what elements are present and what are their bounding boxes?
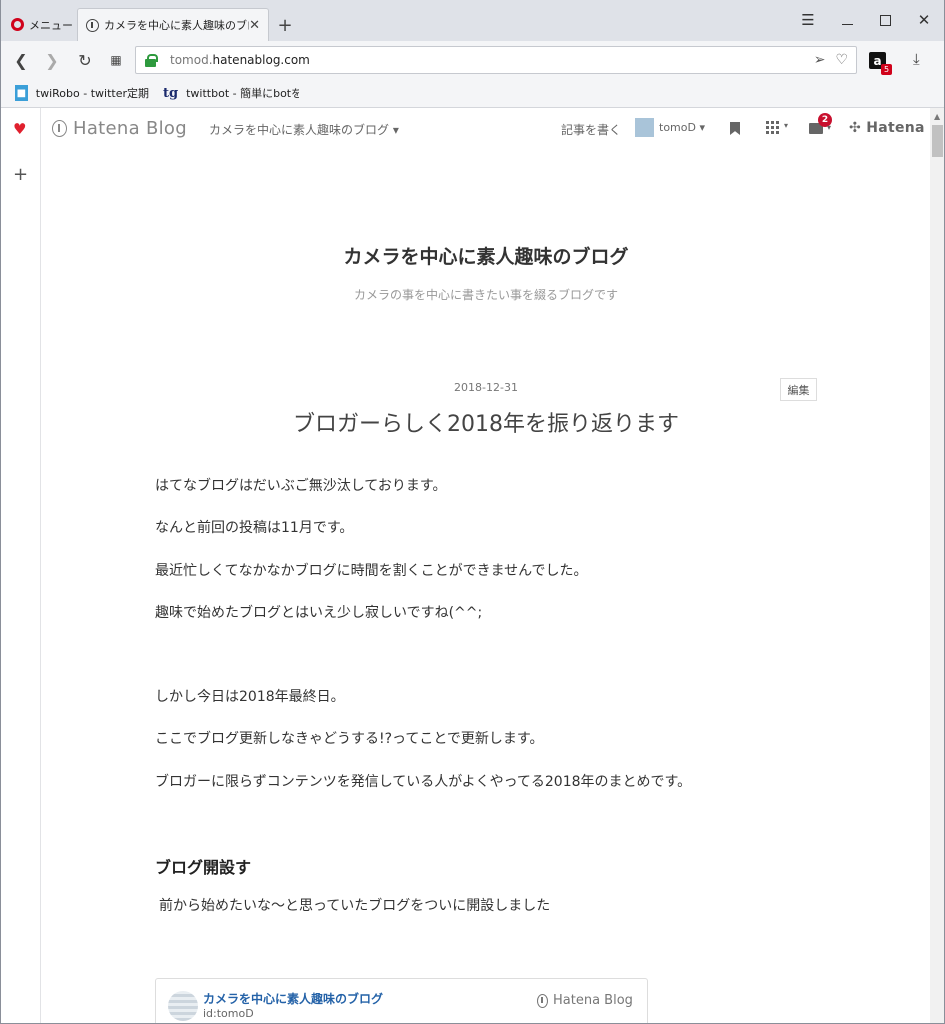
- add-icon[interactable]: +: [13, 164, 28, 185]
- tab-active[interactable]: カメラを中心に素人趣味のブログ ✕: [77, 8, 269, 41]
- close-window-button[interactable]: ✕: [914, 9, 934, 31]
- chevron-down-icon: ▾: [827, 123, 832, 132]
- hatena-link[interactable]: ✣ Hatena: [849, 120, 925, 136]
- bookmarks-bar: ■ twiRobo - twitter定期 tg twittbot - 簡単にb…: [1, 79, 944, 108]
- bookmark-icon[interactable]: [730, 122, 740, 135]
- paragraph: なんと前回の投稿は11月です。: [155, 520, 354, 536]
- minimize-button[interactable]: [837, 9, 857, 31]
- scroll-thumb[interactable]: [932, 125, 943, 157]
- blog-title[interactable]: カメラを中心に素人趣味のブログ: [42, 242, 930, 269]
- paragraph: 趣味で始めたブログとはいえ少し寂しいですね(^^;: [155, 605, 483, 621]
- bookmark-twirobo[interactable]: ■ twiRobo - twitter定期: [15, 85, 149, 101]
- hatena-favicon-icon: [86, 18, 99, 32]
- tg-icon: tg: [163, 85, 179, 101]
- hatena-drop-icon: [537, 993, 548, 1008]
- url-text: tomod.hatenablog.com: [170, 53, 310, 67]
- tab-close-icon[interactable]: ✕: [249, 18, 260, 33]
- send-icon[interactable]: ➢: [814, 52, 826, 68]
- page-content: Hatena Blog カメラを中心に素人趣味のブログ ▾ 記事を書く tomo…: [42, 108, 930, 1023]
- tab-title: カメラを中心に素人趣味のブログ: [104, 19, 249, 32]
- paragraph: ここでブログ更新しなきゃどうする!?ってことで更新します。: [155, 731, 544, 747]
- scrollbar[interactable]: ▲: [930, 108, 944, 1023]
- apps-grid-icon[interactable]: [766, 121, 779, 134]
- section-heading: ブログ開設す: [155, 858, 252, 877]
- write-entry-link[interactable]: 記事を書く: [561, 121, 621, 138]
- embed-card-id: id:tomoD: [203, 1007, 254, 1020]
- blog-avatar: [168, 991, 198, 1021]
- twirobo-icon: ■: [15, 85, 28, 101]
- scroll-up-icon[interactable]: ▲: [934, 112, 940, 121]
- avatar: [635, 118, 654, 137]
- hatena-drop-icon: [52, 120, 67, 137]
- back-button[interactable]: ❮: [10, 49, 32, 71]
- url-field[interactable]: tomod.hatenablog.com ➢ ♡: [135, 46, 857, 74]
- blog-description: カメラの事を中心に書きたい事を綴るブログです: [353, 288, 618, 302]
- maximize-button[interactable]: [875, 9, 895, 31]
- paragraph: 最近忙しくてなかなかブログに時間を割くことができませんでした。: [155, 563, 588, 579]
- blog-embed-card[interactable]: カメラを中心に素人趣味のブログ id:tomoD Hatena Blog: [155, 978, 648, 1023]
- blog-name-menu[interactable]: カメラを中心に素人趣味のブログ ▾: [209, 121, 399, 138]
- heart-outline-icon[interactable]: ♡: [835, 52, 848, 68]
- entry-title[interactable]: ブロガーらしく2018年を振り返ります: [42, 406, 930, 438]
- chevron-down-icon: ▾: [784, 121, 789, 130]
- heading-paragraph: 前から始めたいな～と思っていたブログをついに開設しました: [159, 898, 551, 914]
- paragraph: はてなブログはだいぶご無沙汰しております。: [155, 478, 447, 494]
- embed-card-title[interactable]: カメラを中心に素人趣味のブログ: [203, 990, 383, 1007]
- heart-icon[interactable]: ♥: [13, 120, 26, 138]
- forward-button[interactable]: ❯: [41, 49, 63, 71]
- hatena-blog-logo[interactable]: Hatena Blog: [52, 118, 187, 139]
- amazon-badge: 5: [881, 64, 892, 75]
- bookmark-twittbot[interactable]: tg twittbot - 簡単にbotを: [163, 85, 299, 101]
- lock-icon: [145, 54, 158, 67]
- opera-sidebar: ♥ +: [1, 108, 41, 1023]
- new-tab-button[interactable]: +: [275, 12, 295, 38]
- embed-hatena-logo: Hatena Blog: [537, 993, 633, 1008]
- speed-dial-icon[interactable]: ▦: [105, 49, 127, 71]
- edit-button[interactable]: 編集: [780, 378, 817, 401]
- tab-strip: メニュー カメラを中心に素人趣味のブログ ✕ + ☰ ✕: [1, 0, 944, 41]
- minimize-icon: [841, 23, 853, 25]
- reload-button[interactable]: ↻: [74, 49, 96, 71]
- hatena-global-header: Hatena Blog カメラを中心に素人趣味のブログ ▾ 記事を書く tomo…: [42, 108, 930, 148]
- browser-window: メニュー カメラを中心に素人趣味のブログ ✕ + ☰ ✕ ❮ ❯ ↻ ▦ tom…: [0, 0, 945, 1024]
- address-bar: ❮ ❯ ↻ ▦ tomod.hatenablog.com ➢ ♡ a 5 ⤓: [1, 41, 944, 79]
- paragraph: しかし今日は2018年最終日。: [155, 689, 345, 705]
- amazon-extension-icon[interactable]: a 5: [869, 52, 892, 75]
- download-icon[interactable]: ⤓: [913, 50, 920, 68]
- user-menu[interactable]: tomoD ▾: [635, 118, 705, 137]
- maximize-icon: [879, 14, 891, 26]
- opera-menu-button[interactable]: メニュー: [7, 8, 75, 41]
- menu-label: メニュー: [29, 18, 73, 32]
- tab-menu-icon[interactable]: ☰: [798, 9, 818, 31]
- paragraph: ブロガーに限らずコンテンツを発信している人がよくやってる2018年のまとめです。: [155, 774, 692, 790]
- opera-logo-icon: [11, 18, 24, 31]
